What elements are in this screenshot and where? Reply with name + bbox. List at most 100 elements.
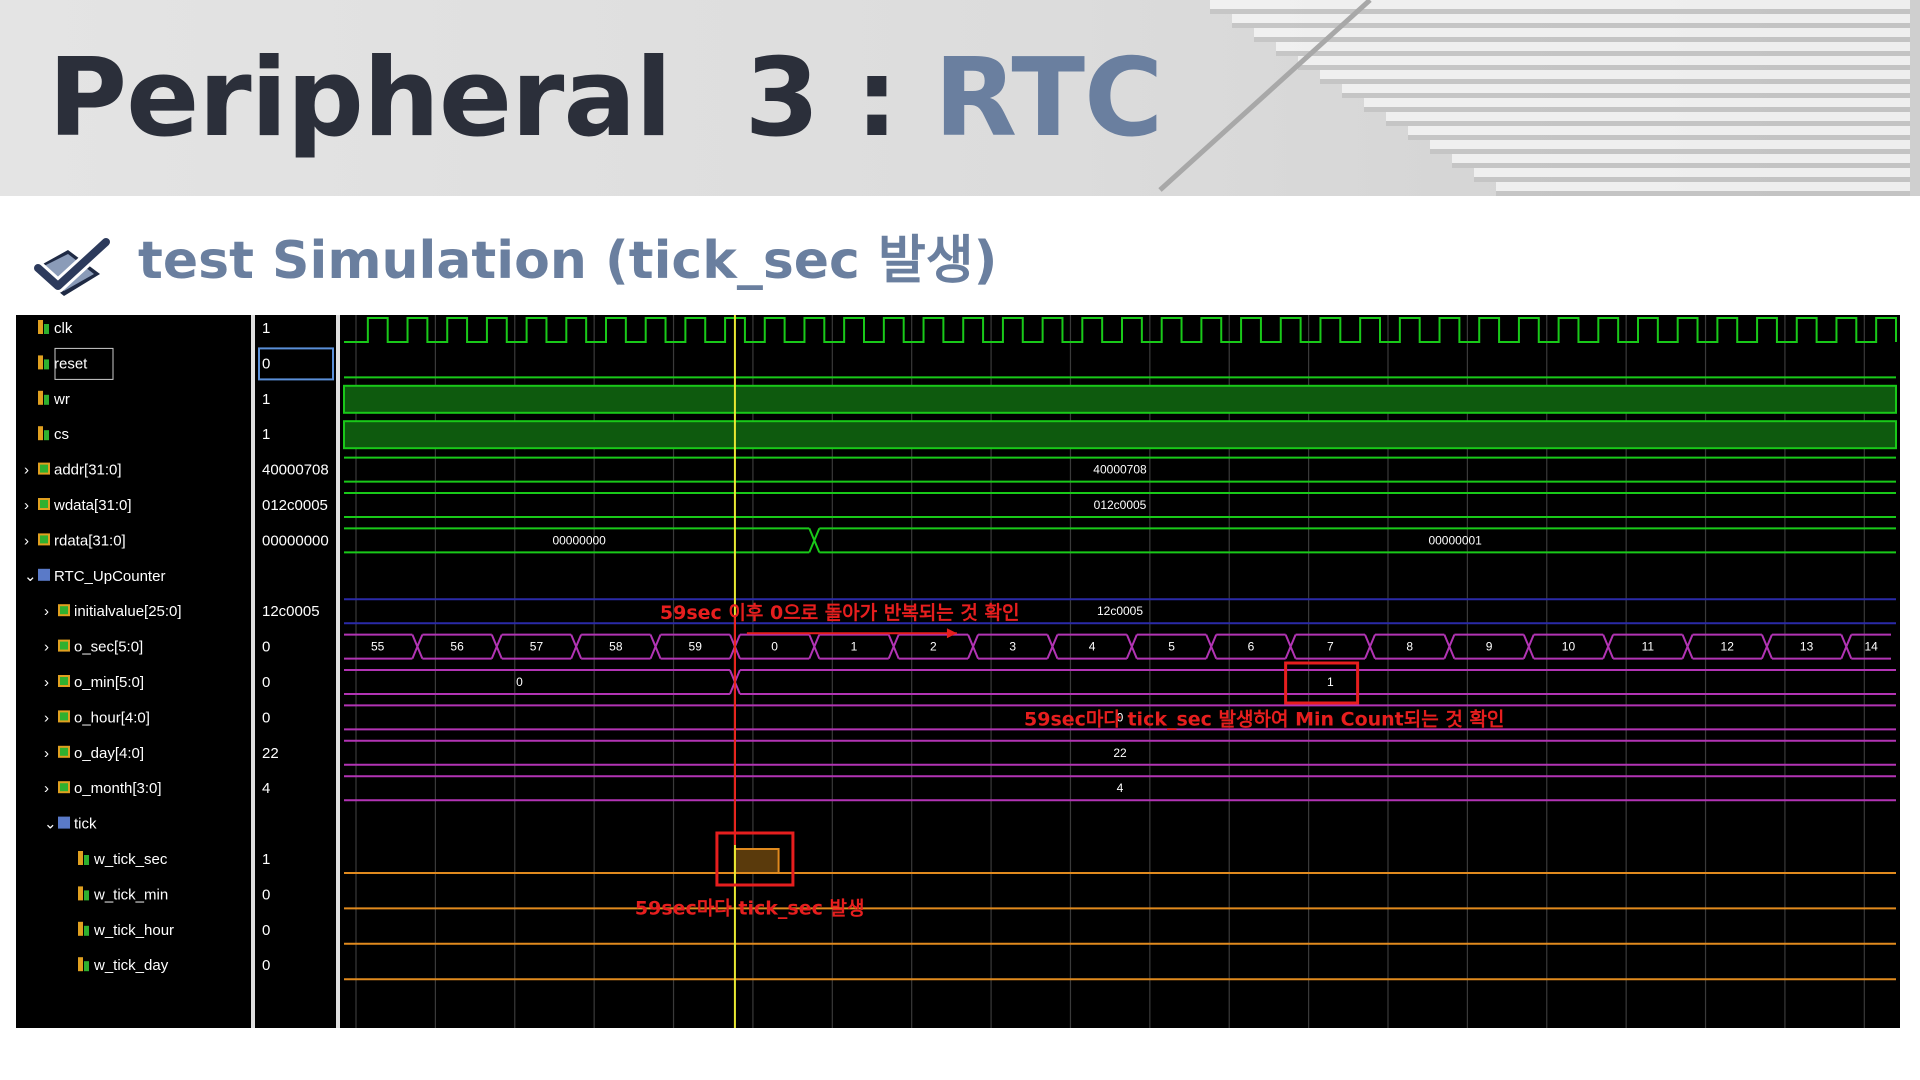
- title-accent: RTC: [934, 36, 1163, 161]
- expand-toggle-icon[interactable]: ›: [44, 780, 49, 797]
- signal-name-w-tick-day[interactable]: w_tick_day: [93, 957, 169, 974]
- stair-step: [1408, 126, 1910, 135]
- stair-step: [1386, 112, 1910, 121]
- signal-name-rdata-31-0-[interactable]: rdata[31:0]: [54, 532, 126, 549]
- initialvalue-bus-label: 12c0005: [1097, 604, 1143, 618]
- signal-name-wdata-31-0-[interactable]: wdata[31:0]: [53, 497, 132, 514]
- bus-signal-icon-inner: [40, 535, 48, 544]
- bus-signal-icon-inner: [60, 677, 68, 685]
- bus-signal-icon-inner: [60, 641, 68, 650]
- expand-toggle-icon[interactable]: ›: [24, 497, 29, 514]
- o-min-label-after: 1: [1327, 675, 1334, 689]
- signal-value: 1: [262, 320, 270, 337]
- signal-name-rtc-upcounter[interactable]: RTC_UpCounter: [54, 568, 165, 585]
- signal-name-w-tick-hour[interactable]: w_tick_hour: [93, 922, 174, 939]
- stair-step: [1452, 154, 1910, 163]
- expand-toggle-icon[interactable]: ›: [24, 462, 29, 479]
- rdata-bus-label-after: 00000001: [1428, 533, 1482, 547]
- signal-name-o-min-5-0-[interactable]: o_min[5:0]: [74, 674, 144, 691]
- stair-shadow: [1386, 121, 1910, 126]
- expand-toggle-icon[interactable]: ›: [24, 532, 29, 549]
- bit-signal-icon-bar: [44, 394, 49, 405]
- stair-step: [1430, 140, 1910, 149]
- expand-toggle-icon[interactable]: ›: [44, 745, 49, 762]
- stair-step: [1474, 168, 1910, 177]
- min-count-annotation: 59sec마다 tick_sec 발생하여 Min Count되는 것 확인: [1024, 707, 1504, 730]
- stair-shadow: [1276, 51, 1910, 56]
- signal-value: 4: [262, 780, 270, 797]
- expand-toggle-icon[interactable]: ⌄: [24, 568, 37, 585]
- o-sec-value-label: 13: [1800, 640, 1814, 654]
- tick-sec-pulse: [733, 848, 780, 874]
- expand-toggle-icon[interactable]: ›: [44, 603, 49, 620]
- stair-shadow: [1474, 177, 1910, 182]
- stair-step: [1210, 0, 1910, 9]
- stair-shadow: [1342, 93, 1910, 98]
- stair-shadow: [1496, 191, 1910, 196]
- bus-signal-icon-inner: [60, 606, 68, 615]
- signal-value: 40000708: [262, 462, 329, 479]
- stair-step: [1298, 56, 1910, 65]
- signal-value: 0: [262, 709, 270, 726]
- signal-name-tick[interactable]: tick: [74, 816, 97, 833]
- signal-name-o-month-3-0-[interactable]: o_month[3:0]: [74, 780, 162, 797]
- expand-toggle-icon[interactable]: ⌄: [44, 816, 57, 833]
- signal-value: 00000000: [262, 532, 329, 549]
- wr-waveform: [343, 384, 1897, 414]
- signal-name-reset[interactable]: reset: [54, 355, 88, 372]
- signal-value: 0: [262, 639, 270, 656]
- signal-name-clk[interactable]: clk: [54, 320, 73, 337]
- stair-shadow: [1364, 107, 1910, 112]
- bit-signal-icon-bar: [84, 925, 89, 936]
- stair-step: [1496, 182, 1910, 191]
- signal-name-w-tick-sec[interactable]: w_tick_sec: [93, 851, 168, 868]
- bit-signal-icon-bar: [84, 961, 89, 972]
- bit-signal-icon-bar: [84, 855, 89, 865]
- bit-signal-icon-bar: [44, 324, 49, 334]
- signal-name-initialvalue-25-0-[interactable]: initialvalue[25:0]: [74, 603, 182, 620]
- expand-toggle-icon[interactable]: ›: [44, 639, 49, 656]
- o-sec-value-label: 6: [1248, 640, 1255, 654]
- signal-name-o-sec-5-0-[interactable]: o_sec[5:0]: [74, 639, 143, 656]
- o-sec-value-label: 55: [371, 640, 385, 654]
- signal-name-cs[interactable]: cs: [54, 426, 69, 443]
- title-banner: Peripheral 3 : RTC: [0, 0, 1920, 196]
- signal-value: 1: [262, 391, 270, 408]
- bit-signal-icon-bar: [84, 890, 89, 901]
- tick-annotation: 59sec마다 tick_sec 발생: [635, 897, 865, 919]
- o-sec-value-label: 2: [930, 640, 937, 654]
- signal-name-o-hour-4-0-[interactable]: o_hour[4:0]: [74, 709, 150, 726]
- stair-step: [1342, 84, 1910, 93]
- stair-shadow: [1298, 65, 1910, 70]
- signal-name-addr-31-0-[interactable]: addr[31:0]: [54, 462, 122, 479]
- bus-signal-icon-inner: [60, 712, 68, 721]
- expand-toggle-icon[interactable]: ›: [44, 709, 49, 726]
- bus-signal-icon-inner: [40, 500, 48, 508]
- signal-name-o-day-4-0-[interactable]: o_day[4:0]: [74, 745, 144, 762]
- signal-value: 0: [262, 957, 270, 974]
- o-sec-value-label: 58: [609, 640, 623, 654]
- o-sec-value-label: 0: [771, 640, 778, 654]
- wdata-bus-label: 012c0005: [1094, 498, 1147, 512]
- stair-shadow: [1408, 135, 1910, 140]
- signal-name-wr[interactable]: wr: [53, 391, 70, 408]
- bit-signal-icon: [78, 886, 83, 901]
- signal-value: 1: [262, 851, 270, 868]
- o-sec-value-label: 3: [1009, 640, 1016, 654]
- o-sec-value-label: 12: [1721, 640, 1735, 654]
- stair-shadow: [1210, 9, 1910, 14]
- stair-step: [1364, 98, 1910, 107]
- bit-signal-icon: [78, 957, 83, 972]
- signal-value: 0: [262, 355, 270, 372]
- signal-value: 0: [262, 674, 270, 691]
- cs-waveform: [343, 420, 1897, 450]
- group-icon: [58, 816, 70, 829]
- group-icon: [38, 568, 50, 581]
- bit-signal-icon: [38, 320, 43, 334]
- o-sec-value-label: 11: [1642, 640, 1655, 654]
- expand-toggle-icon[interactable]: ›: [44, 674, 49, 691]
- stair-shadow: [1254, 37, 1910, 42]
- wrap-annotation: 59sec 이후 0으로 돌아가 반복되는 것 확인: [660, 601, 1020, 624]
- bit-signal-icon: [38, 355, 43, 370]
- signal-name-w-tick-min[interactable]: w_tick_min: [93, 886, 168, 903]
